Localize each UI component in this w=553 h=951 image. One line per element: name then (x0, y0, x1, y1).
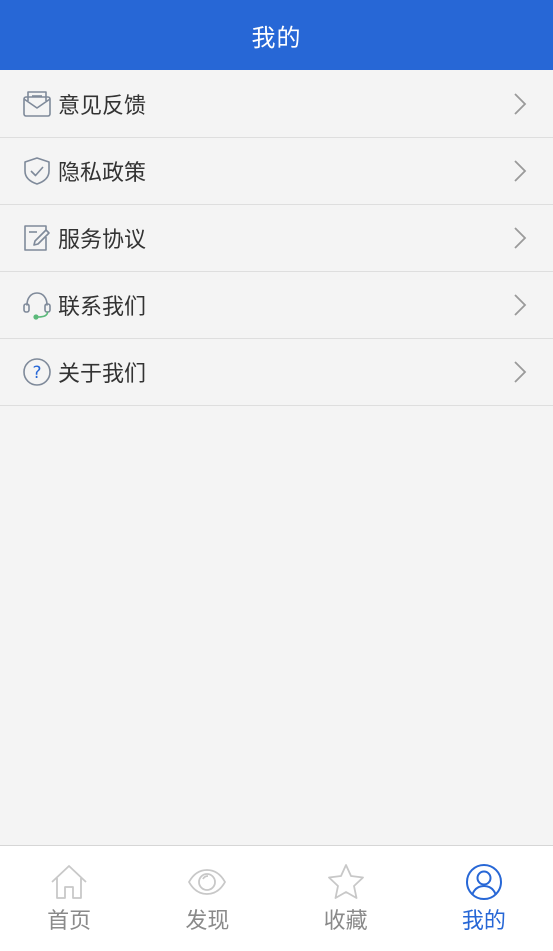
shield-check-icon (22, 156, 52, 186)
tab-home[interactable]: 首页 (0, 846, 138, 951)
menu-item-about-us[interactable]: ? 关于我们 (0, 339, 553, 406)
chevron-right-icon (514, 93, 527, 115)
menu-item-contact-us[interactable]: 联系我们 (0, 272, 553, 339)
feedback-envelope-icon (22, 89, 52, 119)
chevron-right-icon (514, 227, 527, 249)
tab-favorites[interactable]: 收藏 (277, 846, 415, 951)
document-edit-icon (22, 223, 52, 253)
eye-icon (188, 869, 227, 895)
chevron-right-icon (514, 361, 527, 383)
svg-text:?: ? (32, 363, 41, 383)
tab-label: 我的 (461, 909, 506, 934)
menu-label: 隐私政策 (58, 161, 147, 186)
top-bar: 我的 (0, 0, 553, 70)
tab-label: 收藏 (323, 909, 368, 934)
page-title: 我的 (251, 23, 302, 52)
chevron-right-icon (514, 160, 527, 182)
settings-menu: 意见反馈 隐私政策 服务协议 联系我们 ? 关于我们 (0, 71, 553, 406)
menu-item-service-agreement[interactable]: 服务协议 (0, 205, 553, 272)
tab-mine[interactable]: 我的 (415, 846, 553, 951)
bottom-tab-bar: 首页 发现 收藏 我的 (0, 845, 553, 951)
user-icon (465, 864, 502, 900)
menu-label: 意见反馈 (58, 94, 147, 119)
star-icon (327, 864, 364, 899)
menu-item-privacy-policy[interactable]: 隐私政策 (0, 138, 553, 205)
headset-icon (22, 290, 52, 320)
question-circle-icon: ? (22, 357, 52, 387)
tab-label: 发现 (185, 909, 230, 934)
menu-label: 服务协议 (58, 228, 147, 253)
menu-label: 联系我们 (58, 295, 147, 320)
tab-discover[interactable]: 发现 (138, 846, 276, 951)
menu-item-feedback[interactable]: 意见反馈 (0, 71, 553, 138)
tab-label: 首页 (47, 909, 92, 934)
menu-label: 关于我们 (58, 362, 147, 387)
chevron-right-icon (514, 294, 527, 316)
home-icon (51, 865, 87, 899)
